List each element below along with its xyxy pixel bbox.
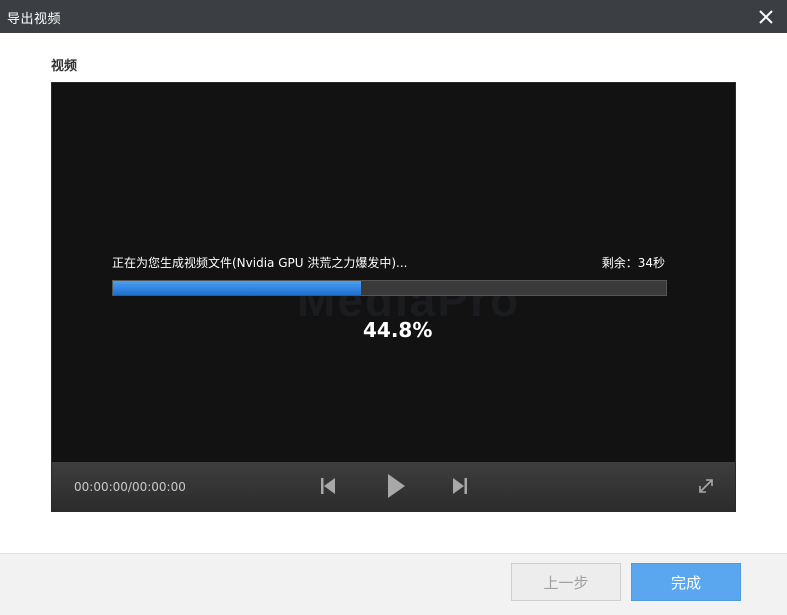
skip-next-icon[interactable]	[452, 477, 468, 495]
skip-previous-icon[interactable]	[320, 477, 336, 495]
progress-percent: 44.8%	[363, 318, 433, 342]
dialog-footer: 上一步 完成	[0, 553, 787, 615]
close-icon[interactable]	[754, 5, 778, 29]
export-progress-fill	[113, 281, 361, 295]
section-label: 视频	[51, 59, 78, 74]
export-status-text: 正在为您生成视频文件(Nvidia GPU 洪荒之力爆发中)...	[112, 256, 408, 270]
timecode: 00:00:00/00:00:00	[74, 480, 186, 494]
export-progress-bar	[112, 280, 667, 296]
remaining-time-text: 剩余：34秒	[601, 256, 665, 270]
dialog-content: 视频 MediaPro 正在为您生成视频文件(Nvidia GPU 洪荒之力爆发…	[0, 33, 787, 553]
previous-step-button[interactable]: 上一步	[511, 563, 621, 601]
player-controls: 00:00:00/00:00:00	[52, 462, 735, 512]
window-title: 导出视频	[7, 12, 62, 27]
fullscreen-icon[interactable]	[696, 476, 716, 496]
title-bar: 导出视频	[0, 0, 787, 33]
finish-button[interactable]: 完成	[631, 563, 741, 601]
play-icon[interactable]	[386, 473, 406, 499]
video-player: MediaPro 正在为您生成视频文件(Nvidia GPU 洪荒之力爆发中).…	[51, 82, 736, 512]
